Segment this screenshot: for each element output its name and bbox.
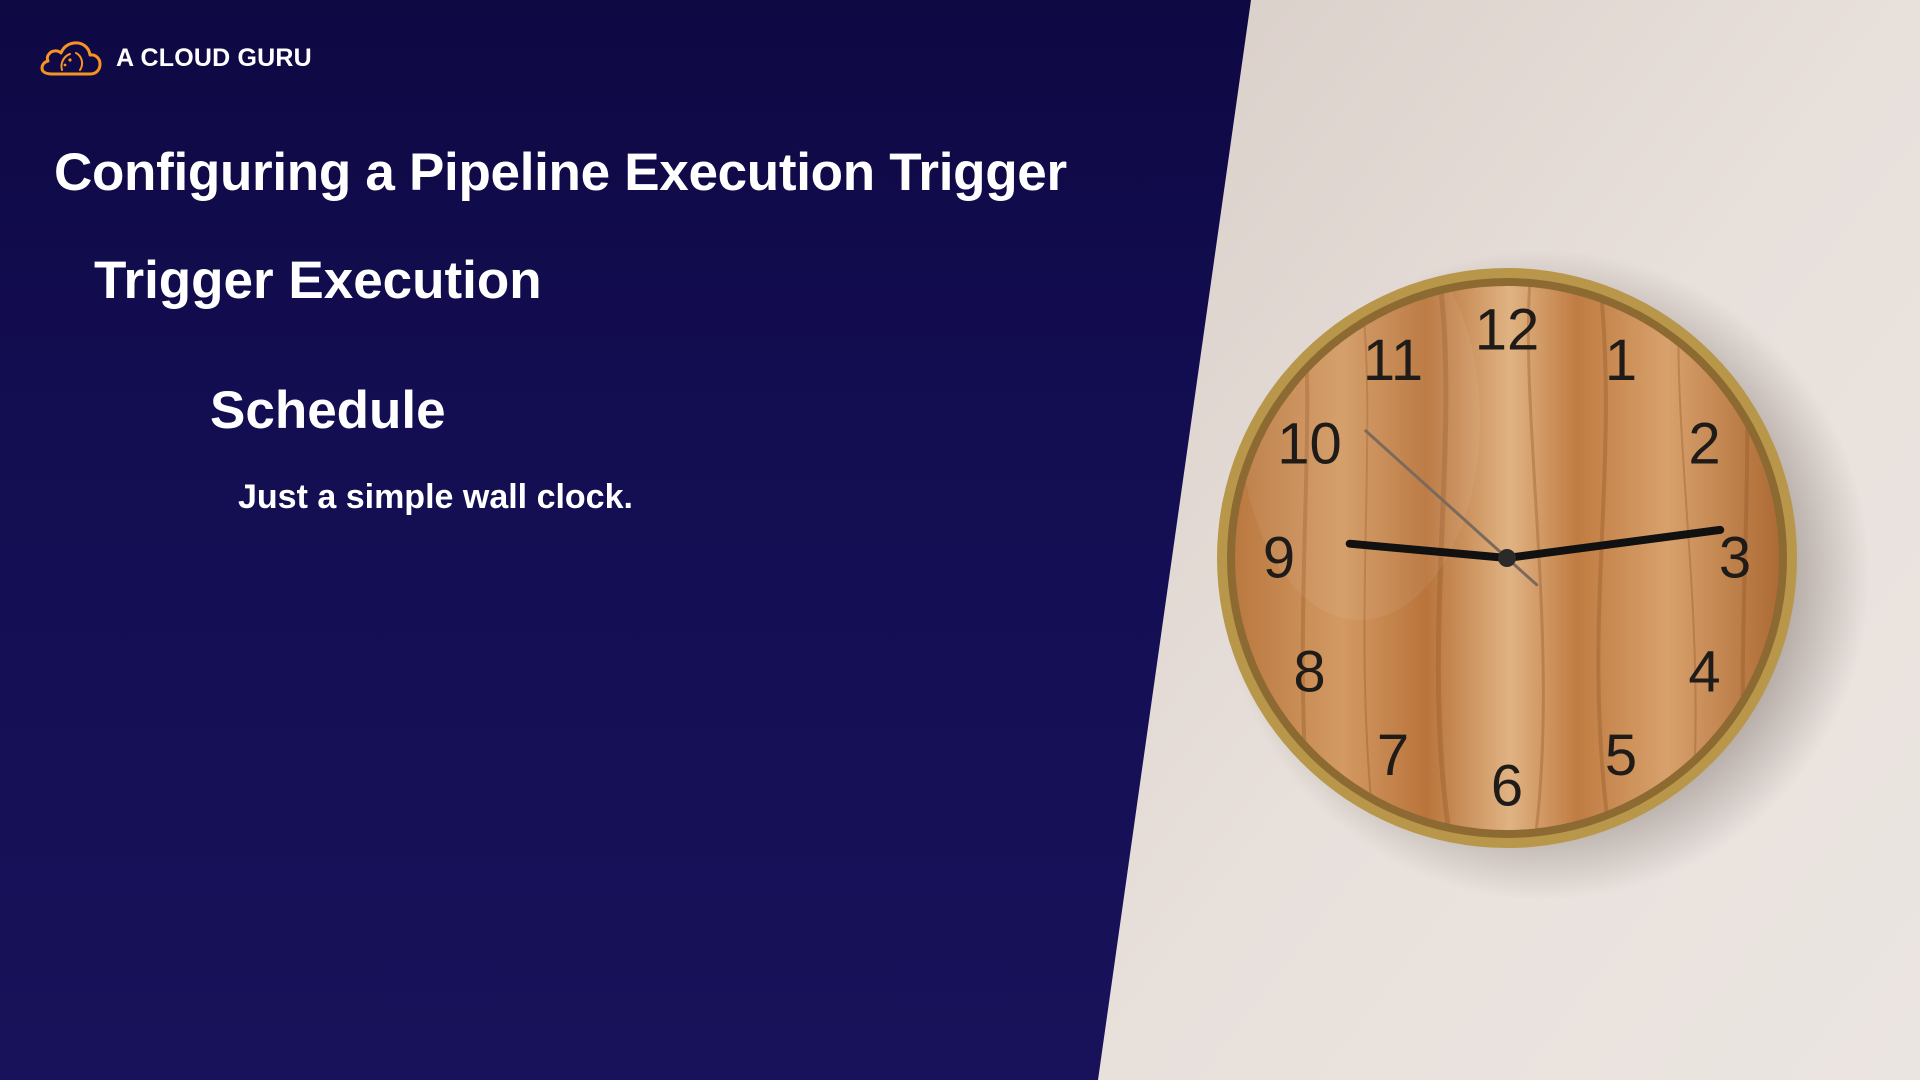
subsection-heading: Schedule (210, 381, 446, 440)
clock-numeral: 8 (1293, 640, 1325, 705)
clock-numeral: 11 (1363, 328, 1423, 393)
clock-numeral: 4 (1688, 640, 1720, 705)
brand-header: A CLOUD GURU (40, 38, 312, 78)
clock-numeral: 5 (1605, 723, 1637, 788)
cloud-logo-icon (40, 41, 102, 76)
clock-center-cap (1498, 549, 1516, 567)
brand-name: A CLOUD GURU (116, 43, 312, 72)
body-text: Just a simple wall clock. (238, 478, 633, 516)
clock-numeral: 3 (1719, 526, 1751, 591)
slide-title: Configuring a Pipeline Execution Trigger (54, 143, 1067, 202)
section-heading: Trigger Execution (94, 251, 542, 310)
clock-numeral: 6 (1491, 754, 1523, 819)
clock-numeral: 12 (1475, 298, 1540, 363)
clock-numeral: 9 (1263, 526, 1295, 591)
clock-numeral: 1 (1605, 328, 1637, 393)
clock-numeral: 7 (1377, 723, 1409, 788)
clock-numeral: 10 (1277, 412, 1342, 477)
clock-numeral: 2 (1688, 412, 1720, 477)
